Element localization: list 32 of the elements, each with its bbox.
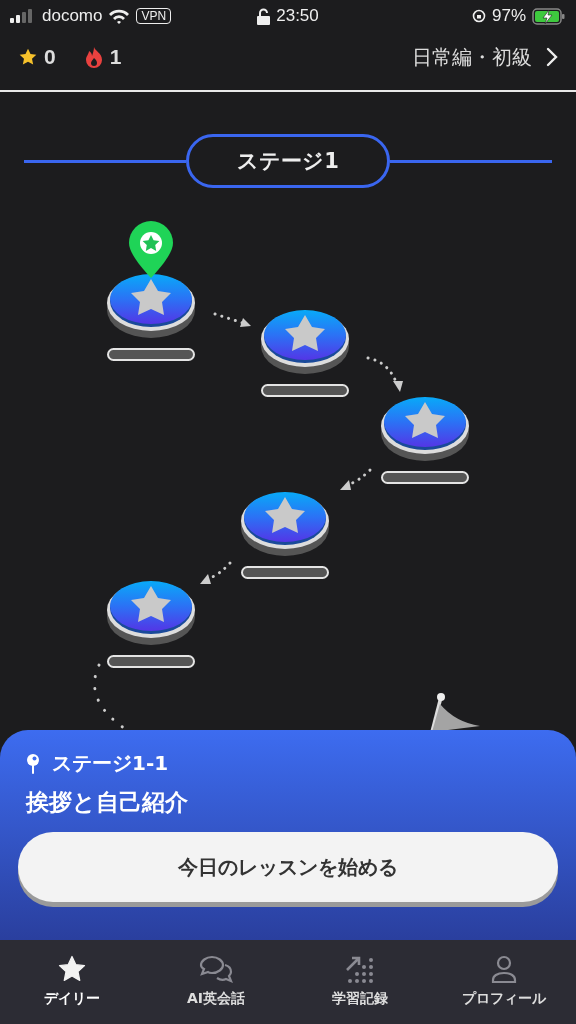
dotted-arrow (200, 561, 232, 584)
clock-time: 23:50 (276, 6, 319, 26)
goal-flag-icon (430, 693, 480, 733)
dotted-arrow (340, 468, 372, 490)
chat-bubbles-icon (198, 954, 234, 984)
star-count: 0 (44, 45, 56, 69)
person-icon (489, 954, 519, 984)
rotation-lock-icon (471, 9, 486, 23)
star-icon (57, 954, 87, 984)
stage-title: ステージ1 (186, 134, 390, 188)
stage-label: ステージ1-1 (52, 750, 169, 777)
tab-item[interactable]: プロフィール (432, 940, 576, 1024)
star-icon (18, 47, 38, 67)
pin-icon (26, 752, 40, 775)
carrier-name: docomo (42, 6, 103, 26)
dotted-arrow (366, 356, 403, 392)
tab-item[interactable]: デイリー (0, 940, 144, 1024)
wifi-icon (108, 8, 131, 24)
battery-charging-icon (532, 7, 566, 25)
tab-item[interactable]: 学習記録 (288, 940, 432, 1024)
streak-count: 1 (109, 45, 122, 69)
flame-icon (83, 46, 104, 68)
vpn-badge: VPN (136, 8, 172, 24)
tab-item[interactable]: AI英会話 (144, 940, 288, 1024)
lesson-node[interactable] (106, 220, 196, 340)
course-selector[interactable]: 日常編・初級 (412, 43, 558, 71)
lesson-title: 挨拶と自己紹介 (26, 788, 189, 817)
dotted-arrow (213, 312, 251, 327)
chevron-right-icon (546, 47, 558, 67)
lock-icon (257, 7, 271, 25)
progress-chart-icon (344, 954, 376, 984)
battery-percent: 97% (491, 6, 526, 26)
